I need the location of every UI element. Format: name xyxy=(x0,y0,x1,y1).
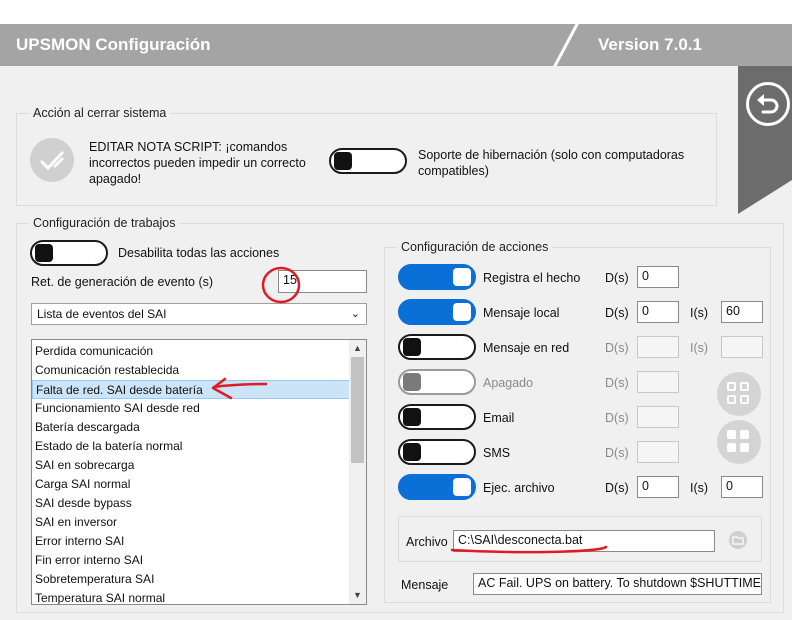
i-label: I(s) xyxy=(690,306,709,320)
edit-note-line-3: apagado! xyxy=(89,172,142,186)
action-toggle-mensaje-red[interactable] xyxy=(398,334,476,360)
events-scrollbar[interactable]: ▲ ▼ xyxy=(349,340,366,604)
action-toggle-mensaje-local[interactable] xyxy=(398,299,476,325)
header-divider xyxy=(551,24,580,66)
d-label: D(s) xyxy=(605,446,629,460)
scroll-up-icon[interactable]: ▲ xyxy=(349,340,366,357)
hibernation-label-line-2: compatibles) xyxy=(418,164,489,178)
i-label: I(s) xyxy=(690,481,709,495)
event-list-select[interactable]: Lista de eventos del SAI ⌄ xyxy=(31,303,367,325)
grid-filled-icon[interactable] xyxy=(717,420,761,464)
action-toggle-registra[interactable] xyxy=(398,264,476,290)
action-label: Mensaje local xyxy=(483,306,560,320)
action-toggle-email[interactable] xyxy=(398,404,476,430)
list-item[interactable]: Fin error interno SAI xyxy=(32,551,350,570)
d-label: D(s) xyxy=(605,341,629,355)
list-item[interactable]: Carga SAI normal xyxy=(32,475,350,494)
list-item[interactable]: Error interno SAI xyxy=(32,532,350,551)
chevron-down-icon: ⌄ xyxy=(350,308,360,320)
action-label: Mensaje en red xyxy=(483,341,570,355)
action-toggle-sms[interactable] xyxy=(398,439,476,465)
list-item[interactable]: Perdida comunicación xyxy=(32,342,350,361)
top-strip xyxy=(0,0,792,24)
d-input xyxy=(637,371,679,393)
archivo-input[interactable]: C:\SAI\desconecta.bat xyxy=(453,530,715,552)
folder-icon[interactable] xyxy=(729,531,747,549)
d-input xyxy=(637,336,679,358)
action-toggle-ejec-archivo[interactable] xyxy=(398,474,476,500)
archivo-label: Archivo xyxy=(406,535,448,549)
list-item[interactable]: SAI en inversor xyxy=(32,513,350,532)
undo-arrow-icon xyxy=(757,94,779,114)
d-label: D(s) xyxy=(605,411,629,425)
d-input xyxy=(637,441,679,463)
action-label: Registra el hecho xyxy=(483,271,581,285)
mensaje-input[interactable]: AC Fail. UPS on battery. To shutdown $SH… xyxy=(473,573,762,595)
actions-legend: Configuración de acciones xyxy=(401,240,549,254)
disable-all-toggle[interactable] xyxy=(30,240,108,266)
action-label: Ejec. archivo xyxy=(483,481,555,495)
app-header: UPSMON Configuración Version 7.0.1 xyxy=(0,24,792,66)
action-toggle-apagado xyxy=(398,369,476,395)
d-input[interactable]: 0 xyxy=(637,476,679,498)
action-label: SMS xyxy=(483,446,511,460)
app-version: Version 7.0.1 xyxy=(598,35,702,54)
d-input[interactable]: 0 xyxy=(637,301,679,323)
list-item[interactable]: Funcionamiento SAI desde red xyxy=(32,399,350,418)
hibernation-toggle[interactable] xyxy=(329,148,407,174)
check-pencil-icon xyxy=(39,150,65,171)
event-delay-input[interactable]: 15 xyxy=(278,270,367,293)
d-label: D(s) xyxy=(605,481,629,495)
edit-note-icon[interactable] xyxy=(30,138,74,182)
list-item[interactable]: Comunicación restablecida xyxy=(32,361,350,380)
back-button[interactable] xyxy=(746,82,790,126)
mensaje-label: Mensaje xyxy=(401,578,449,592)
list-item[interactable]: Temperatura SAI normal xyxy=(32,589,350,604)
back-panel-corner xyxy=(738,180,792,214)
action-label: Apagado xyxy=(483,376,534,390)
jobs-legend: Configuración de trabajos xyxy=(33,216,176,230)
d-input[interactable]: 0 xyxy=(637,266,679,288)
list-item-selected[interactable]: Falta de red. SAI desde batería xyxy=(32,380,350,399)
app-title: UPSMON Configuración xyxy=(16,35,211,54)
i-input[interactable]: 0 xyxy=(721,476,763,498)
i-label: I(s) xyxy=(690,341,709,355)
disable-all-label: Desabilita todas las acciones xyxy=(118,246,280,260)
list-item[interactable]: SAI desde bypass xyxy=(32,494,350,513)
edit-note-line-1: EDITAR NOTA SCRIPT: ¡comandos xyxy=(89,140,288,154)
list-item[interactable]: SAI en sobrecarga xyxy=(32,456,350,475)
list-item[interactable]: Estado de la batería normal xyxy=(32,437,350,456)
scrollbar-thumb[interactable] xyxy=(351,357,364,463)
event-list-select-value: Lista de eventos del SAI xyxy=(37,307,167,321)
edit-note-line-2: incorrectos pueden impedir un correcto xyxy=(89,156,306,170)
list-item[interactable]: Batería descargada xyxy=(32,418,350,437)
i-input xyxy=(721,336,763,358)
action-label: Email xyxy=(483,411,515,425)
d-label: D(s) xyxy=(605,306,629,320)
hibernation-label-line-1: Soporte de hibernación (solo con computa… xyxy=(418,148,685,162)
shutdown-action-legend: Acción al cerrar sistema xyxy=(33,106,167,120)
d-input xyxy=(637,406,679,428)
events-listbox[interactable]: Perdida comunicación Comunicación restab… xyxy=(31,339,367,605)
grid-icon[interactable] xyxy=(717,372,761,416)
d-label: D(s) xyxy=(605,271,629,285)
d-label: D(s) xyxy=(605,376,629,390)
scroll-down-icon[interactable]: ▼ xyxy=(349,587,366,604)
i-input[interactable]: 60 xyxy=(721,301,763,323)
event-delay-label: Ret. de generación de evento (s) xyxy=(31,275,214,289)
list-item[interactable]: Sobretemperatura SAI xyxy=(32,570,350,589)
